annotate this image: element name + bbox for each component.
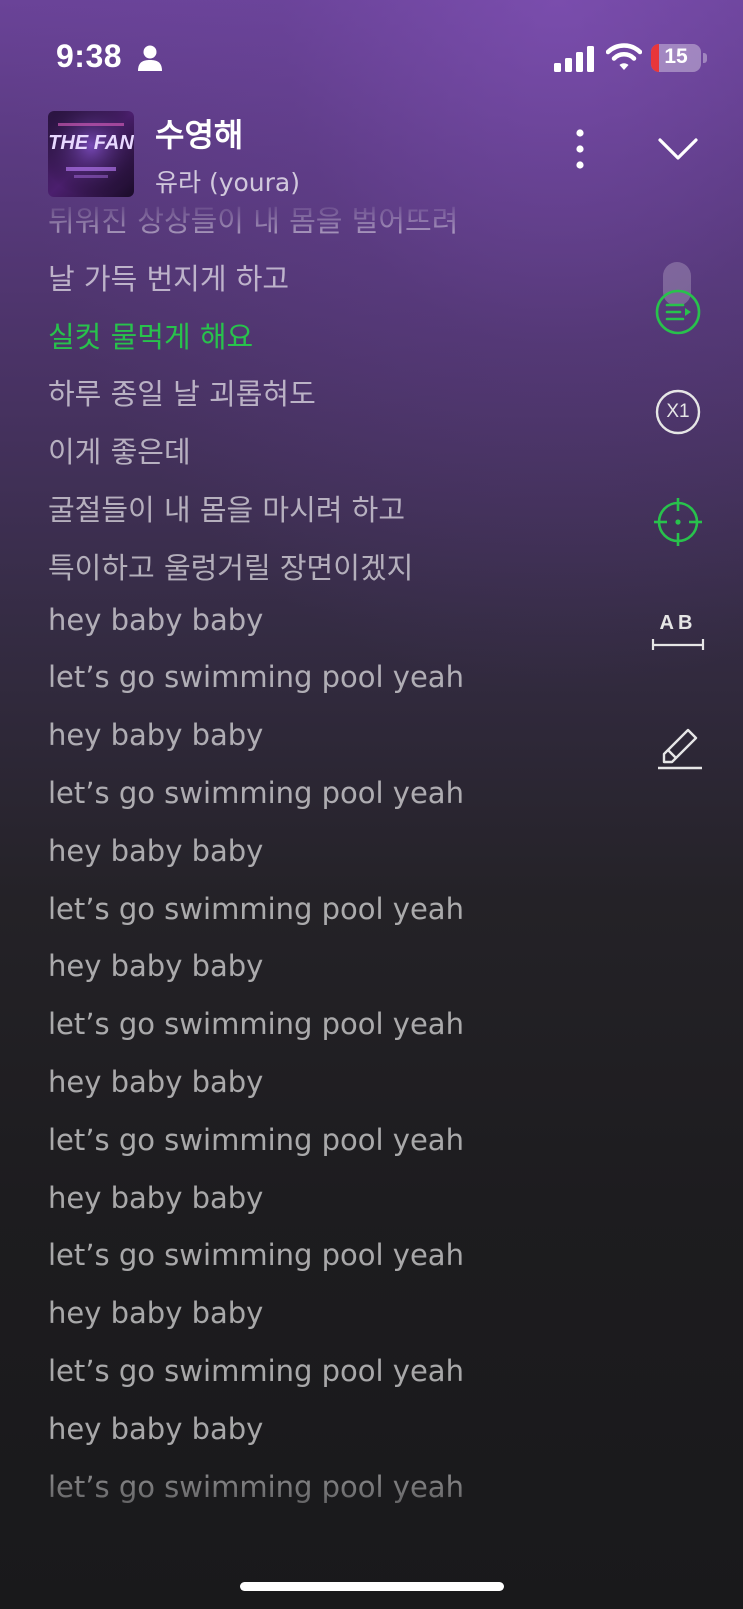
ab-repeat-button[interactable]: AB <box>650 612 706 662</box>
track-title: 수영해 <box>155 116 244 154</box>
lyric-line[interactable]: 굴절들이 내 몸을 마시려 하고 <box>48 487 405 529</box>
lyric-line[interactable]: hey baby baby <box>48 1296 263 1330</box>
lyric-line[interactable]: let’s go swimming pool yeah <box>48 892 464 926</box>
lyric-line[interactable]: hey baby baby <box>48 949 263 983</box>
track-artist[interactable]: 유라 (youra) <box>155 163 300 199</box>
lyric-line[interactable]: let’s go swimming pool yeah <box>48 1123 464 1157</box>
lyric-line[interactable]: 특이하고 울렁거릴 장면이겠지 <box>48 545 413 587</box>
lyric-line[interactable]: let’s go swimming pool yeah <box>48 1007 464 1041</box>
lyric-line[interactable]: 뒤워진 상상들이 내 몸을 벌어뜨려 <box>48 206 458 240</box>
album-art-image: THE FAN <box>48 111 134 197</box>
battery-percent: 15 <box>664 45 688 68</box>
speed-button[interactable]: X1 <box>653 387 703 437</box>
lyric-line[interactable]: let’s go swimming pool yeah <box>48 1238 464 1272</box>
lyrics-panel[interactable]: 뒤워진 상상들이 내 몸을 벌어뜨려날 가득 번지게 하고실컷 물먹게 해요하루… <box>48 206 608 1526</box>
lyric-line[interactable]: let’s go swimming pool yeah <box>48 660 464 694</box>
lyric-line[interactable]: hey baby baby <box>48 718 263 752</box>
person-icon <box>138 45 162 71</box>
status-bar: 9:38 15 <box>0 0 743 110</box>
lyric-line[interactable]: hey baby baby <box>48 1181 263 1215</box>
lyric-line[interactable]: 하루 종일 날 괴롭혀도 <box>48 371 316 413</box>
signal-icon <box>554 46 594 72</box>
album-art[interactable]: THE FAN <box>48 111 134 197</box>
ab-repeat-icon <box>651 639 705 650</box>
lyric-line[interactable]: hey baby baby <box>48 834 263 868</box>
lyric-line[interactable]: hey baby baby <box>48 1065 263 1099</box>
battery-cap <box>703 53 707 63</box>
lyric-line[interactable]: let’s go swimming pool yeah <box>48 776 464 810</box>
battery-indicator: 15 <box>651 44 701 72</box>
lyric-line[interactable]: let’s go swimming pool yeah <box>48 1354 464 1388</box>
ab-repeat-label: AB <box>659 612 697 634</box>
lyric-line[interactable]: hey baby baby <box>48 1412 263 1446</box>
speed-label: X1 <box>666 401 690 422</box>
lyric-line[interactable]: 날 가득 번지게 하고 <box>48 256 289 298</box>
home-indicator[interactable] <box>240 1582 504 1591</box>
highlighter-icon[interactable] <box>654 718 706 770</box>
locate-icon[interactable] <box>653 497 703 547</box>
wifi-icon <box>606 43 642 70</box>
more-vertical-icon[interactable] <box>560 124 600 174</box>
status-time: 9:38 <box>56 38 123 74</box>
album-art-text: THE FAN <box>48 132 134 154</box>
lyric-line[interactable]: 이게 좋은데 <box>48 429 191 471</box>
chevron-down-icon[interactable] <box>650 130 706 170</box>
lyric-line[interactable]: hey baby baby <box>48 603 263 637</box>
lyric-line-active[interactable]: 실컷 물먹게 해요 <box>48 314 253 356</box>
lyric-line[interactable]: let’s go swimming pool yeah <box>48 1470 464 1504</box>
playlist-icon[interactable] <box>653 287 703 337</box>
